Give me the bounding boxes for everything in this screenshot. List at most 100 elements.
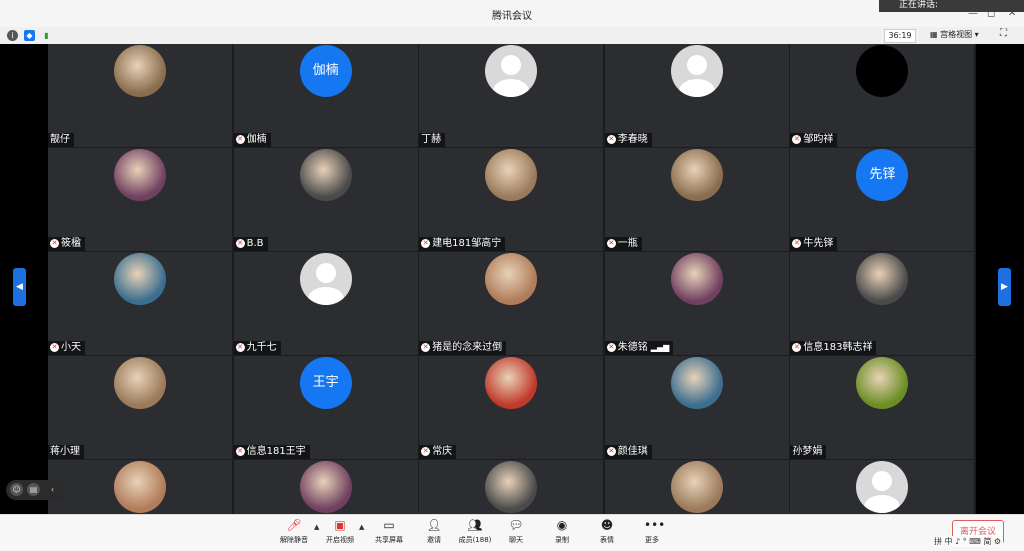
participant-name: ✕ 小天 [48,341,85,355]
caption-icon[interactable]: ▤ [27,483,40,496]
participant-name-text: 九千七 [246,342,277,353]
participant-tile[interactable] [419,460,604,514]
participant-tile[interactable]: 丁赫 [419,44,604,147]
members-button[interactable]: 👥︎ 成员(188) [455,518,495,545]
avatar [114,45,166,97]
participant-tile[interactable]: ✕ 小天 [48,252,232,355]
participant-name: ✕ 信息183韩志祥 [790,341,877,355]
participant-name-text: 李春晓 [617,134,648,145]
ime-toolbar[interactable]: 拼 中 ♪ ° ⌨ 简 ⚙ [932,536,1004,547]
participant-tile[interactable]: ✕ 建电181邹高宁 [419,148,604,251]
start-video-button[interactable]: ▣ 开启视频 [320,518,360,545]
participant-name-text: 信息183韩志祥 [803,342,873,353]
camera-off-icon: ▣ [334,518,346,532]
members-icon: 👥︎ [467,518,483,532]
participant-tile[interactable] [790,460,975,514]
mic-muted-icon: ✕ [606,446,616,456]
participant-name-text: 靓仔 [50,134,70,145]
more-button[interactable]: ••• 更多 [632,518,672,545]
mic-muted-icon: ✕ [792,238,802,248]
avatar [114,253,166,305]
participant-tile[interactable]: 蒋小理 [48,356,232,459]
participant-name-text: 小天 [61,342,81,353]
participant-tile[interactable]: 孙梦娟 [790,356,975,459]
avatar [485,461,538,513]
emoji-icon[interactable]: ☺ [10,483,23,496]
participant-name: ✕ 建电181邹高宁 [419,237,506,251]
fullscreen-icon[interactable]: ⛶ [1000,28,1007,39]
participant-name: ✕ 颜佳琪 [604,445,652,459]
avatar [114,357,166,409]
chevron-right-icon: ▶ [1001,282,1008,292]
signal-icon[interactable]: ▮ [41,30,52,41]
video-options-caret[interactable]: ▲ [359,523,364,531]
participant-name-text: B.B [246,238,264,249]
participant-name: ✕ 邹昀祥 [790,133,838,147]
record-button[interactable]: ◉ 录制 [542,518,582,545]
participant-tile[interactable] [604,460,789,514]
participant-name-text: 建电181邹高宁 [432,238,502,249]
avatar [670,45,723,97]
participant-name-text: 邹昀祥 [803,134,834,145]
participant-tile[interactable] [48,460,232,514]
chat-icon: 💬︎ [508,518,524,532]
shield-icon[interactable]: ◆ [24,30,35,41]
mic-muted-icon: ✕ [50,342,59,352]
participant-tile[interactable]: ✕ B.B [233,148,418,251]
participant-tile[interactable]: ✕ 邹昀祥 [790,44,975,147]
avatar [670,357,723,409]
avatar [856,253,909,305]
mic-muted-icon: ✕ [235,342,245,352]
participant-tile[interactable]: ✕ 朱德铭 ▂▄▆ [604,252,789,355]
grid-view-selector[interactable]: ▦ 宫格视图 ▾ [930,29,979,40]
reactions-button[interactable]: ☻ 表情 [587,518,627,545]
avatar [299,461,352,513]
participant-name-text: 蒋小理 [50,446,80,457]
record-icon: ◉ [556,518,568,532]
next-page-button[interactable]: ▶ [998,268,1011,306]
mic-muted-icon: ✕ [606,134,616,144]
collapse-icon[interactable]: ‹ [46,483,59,496]
participant-tile[interactable]: ✕ 颜佳琪 [604,356,789,459]
avatar [485,45,538,97]
mic-muted-icon: ✕ [421,342,431,352]
participant-tile[interactable]: ✕ 信息183韩志祥 [790,252,975,355]
participant-tile[interactable]: 王宇 ✕ 信息181王宇 [233,356,418,459]
participant-tile[interactable]: ✕ 猪是的念来过倒 [419,252,604,355]
speaking-indicator: 正在讲话: [879,0,1024,12]
mic-muted-icon: ✕ [792,134,802,144]
mic-muted-icon: ✕ [235,238,245,248]
participant-name: ✕ 猪是的念来过倒 [419,341,507,355]
participant-name: ✕ 筱楹 [48,237,85,251]
participant-name: 蒋小理 [48,445,84,459]
participant-name: ✕ 一瓶 [604,237,642,251]
participant-name: ✕ B.B [233,237,268,251]
participant-tile[interactable]: ✕ 李春晓 [604,44,789,147]
info-icon[interactable]: i [7,30,18,41]
participant-name: ✕ 伽楠 [233,133,271,147]
invite-button[interactable]: 👤︎ 邀请 [414,518,454,545]
participant-tile[interactable]: ✕ 常庆 [419,356,604,459]
participant-tile[interactable]: ✕ 筱楹 [48,148,232,251]
participant-name: ✕ 朱德铭 ▂▄▆ [604,341,674,355]
participant-tile[interactable]: ✕ 九千七 [233,252,418,355]
participant-tile[interactable]: 先铎 ✕ 牛先铎 [790,148,975,251]
mic-options-caret[interactable]: ▲ [314,523,319,531]
share-screen-button[interactable]: ▭ 共享屏幕 [369,518,409,545]
participant-tile[interactable]: 伽楠 ✕ 伽楠 [233,44,418,147]
participant-tile[interactable]: 靓仔 [48,44,232,147]
avatar [670,461,723,513]
participant-tile[interactable]: ✕ 一瓶 [604,148,789,251]
avatar [856,357,909,409]
more-icon: ••• [644,518,666,532]
participant-tile[interactable] [233,460,418,514]
prev-page-button[interactable]: ◀ [13,268,26,306]
unmute-button[interactable]: 🎤︎ 解除静音 [274,518,314,545]
participant-name-text: 牛先铎 [803,238,834,249]
mic-muted-icon: ✕ [235,134,245,144]
avatar [485,253,538,305]
mic-muted-icon: ✕ [606,342,616,352]
chat-button[interactable]: 💬︎ 聊天 [496,518,536,545]
window-title: 腾讯会议 [492,11,532,22]
grid-icon: ▦ [930,30,941,39]
